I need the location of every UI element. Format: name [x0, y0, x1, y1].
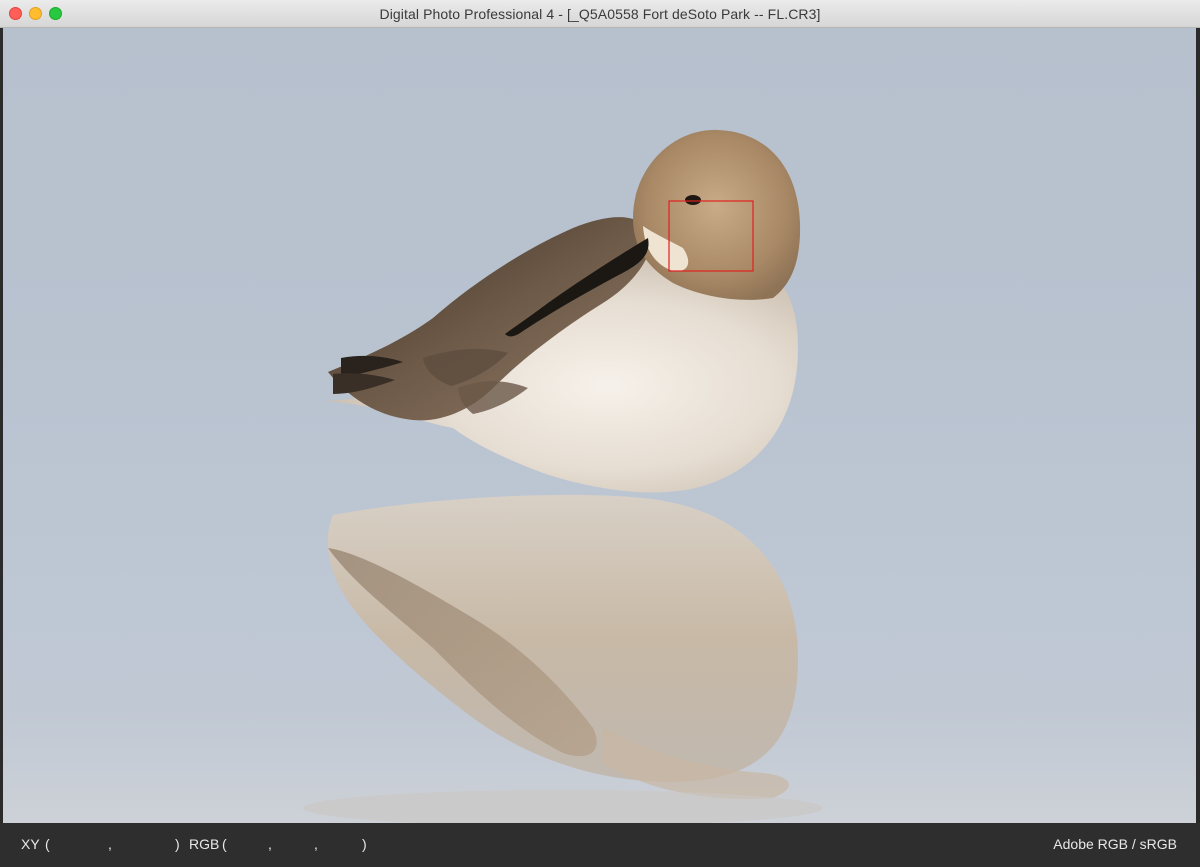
xy-open-paren: (: [45, 836, 50, 852]
photo-canvas: [303, 129, 823, 823]
xy-separator: ,: [108, 836, 112, 852]
title-bar[interactable]: Digital Photo Professional 4 - [_Q5A0558…: [0, 0, 1200, 28]
bird-reflection: [303, 494, 823, 823]
rgb-label: RGB: [189, 836, 220, 852]
window-title: Digital Photo Professional 4 - [_Q5A0558…: [379, 6, 821, 22]
bird-eye: [685, 195, 701, 205]
color-space-label: Adobe RGB / sRGB: [1053, 836, 1177, 852]
app-window: Digital Photo Professional 4 - [_Q5A0558…: [0, 0, 1200, 867]
rgb-separator-2: ,: [314, 836, 318, 852]
rgb-separator-1: ,: [268, 836, 272, 852]
rgb-close-paren: ): [362, 836, 367, 852]
window-edge: [1196, 28, 1200, 823]
xy-label: XY: [21, 836, 40, 852]
xy-close-paren: ): [175, 836, 180, 852]
rgb-open-paren: (: [222, 836, 227, 852]
image-viewer[interactable]: [3, 28, 1196, 823]
status-bar: XY ( , ) RGB ( , , ) Adobe RGB / sRGB: [0, 823, 1200, 867]
